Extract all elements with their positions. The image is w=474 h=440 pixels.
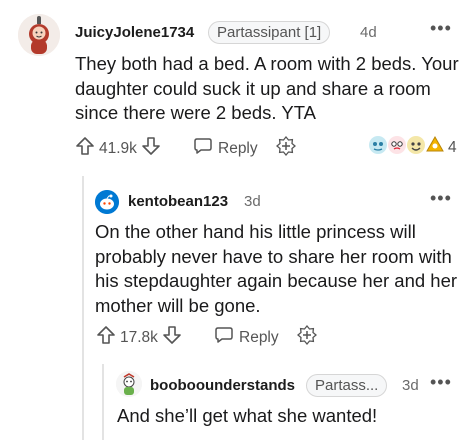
vote-bar: 17.8k	[96, 325, 182, 350]
avatar[interactable]	[116, 371, 142, 397]
avatar[interactable]	[18, 14, 60, 56]
comment-body: On the other hand his little princess wi…	[95, 221, 458, 316]
award-count: 4	[448, 138, 457, 156]
thread-line[interactable]	[82, 176, 84, 440]
awards-row[interactable]: 4	[367, 134, 457, 161]
downvote-arrow-icon[interactable]	[141, 136, 161, 161]
user-flair: Partass...	[306, 374, 388, 397]
comment-time: 4d	[360, 24, 377, 41]
comment-time: 3d	[402, 377, 419, 394]
reply-button[interactable]: Reply	[214, 325, 279, 350]
award-icon	[424, 134, 446, 161]
upvote-arrow-icon[interactable]	[96, 325, 116, 350]
avatar-image	[116, 371, 142, 397]
add-award-icon[interactable]	[276, 136, 296, 156]
username[interactable]: booboounderstands	[150, 377, 295, 394]
vote-count: 41.9k	[99, 139, 137, 157]
user-flair: Partassipant [1]	[208, 21, 331, 44]
avatar-image	[95, 190, 119, 214]
reply-button[interactable]: Reply	[193, 136, 258, 161]
thread-line[interactable]	[102, 364, 104, 440]
comment-time: 3d	[244, 193, 261, 210]
avatar[interactable]	[95, 190, 119, 214]
avatar-image	[18, 14, 60, 56]
more-options-icon[interactable]: •••	[430, 372, 452, 393]
vote-bar: 41.9k	[75, 136, 161, 161]
reply-label: Reply	[239, 328, 279, 346]
upvote-arrow-icon[interactable]	[75, 136, 95, 161]
reply-label: Reply	[218, 139, 258, 157]
more-options-icon[interactable]: •••	[430, 188, 452, 209]
speech-bubble-icon	[214, 325, 234, 350]
vote-count: 17.8k	[120, 328, 158, 346]
speech-bubble-icon	[193, 136, 213, 161]
more-options-icon[interactable]: •••	[430, 18, 452, 39]
comment-body: They both had a bed. A room with 2 beds.…	[75, 53, 459, 123]
comment-body: And she’ll get what she wanted!	[117, 405, 378, 426]
downvote-arrow-icon[interactable]	[162, 325, 182, 350]
username[interactable]: JuicyJolene1734	[75, 24, 194, 41]
username[interactable]: kentobean123	[128, 193, 228, 210]
add-award-icon[interactable]	[297, 325, 317, 345]
